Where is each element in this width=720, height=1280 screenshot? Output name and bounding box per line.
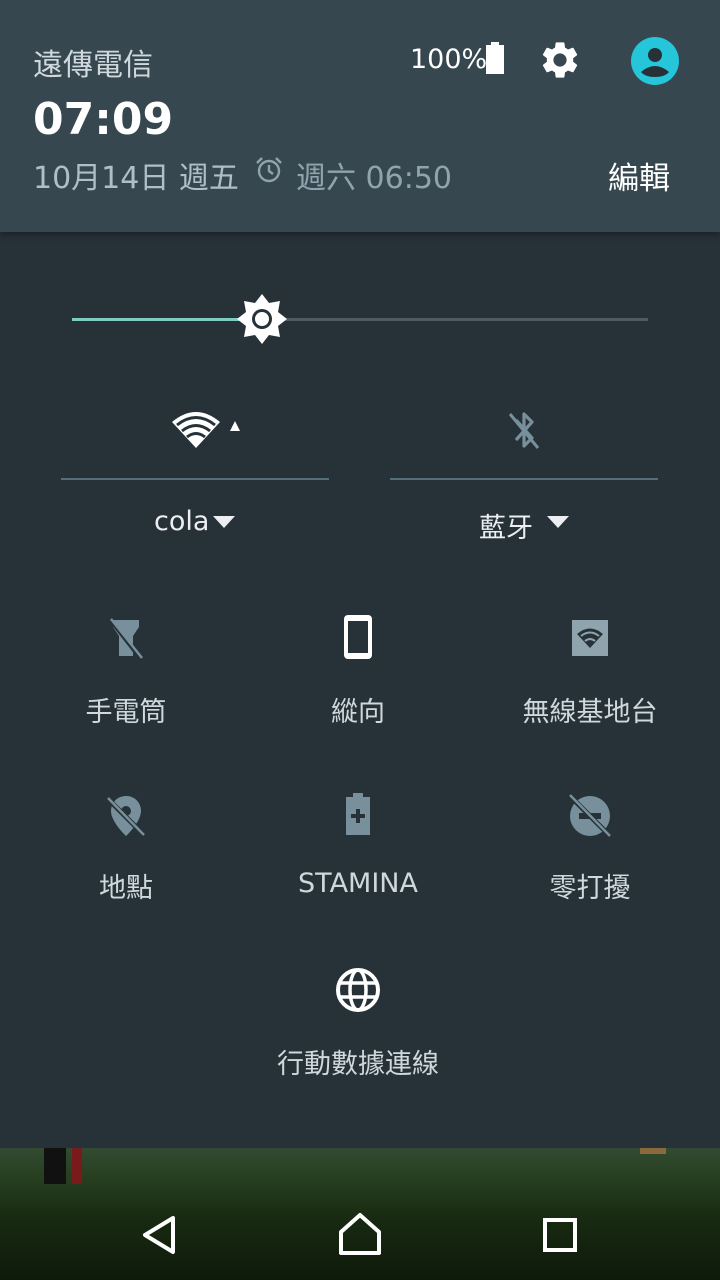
chevron-down-icon[interactable] — [213, 516, 235, 528]
tile-label-dnd[interactable]: 零打擾 — [470, 866, 710, 905]
next-alarm[interactable]: 週六 06:50 — [296, 153, 452, 197]
brightness-slider-fill — [72, 318, 263, 321]
bluetooth-off-icon[interactable] — [503, 406, 545, 454]
tile-label-location[interactable]: 地點 — [6, 866, 246, 905]
tile-label-stamina[interactable]: STAMINA — [238, 868, 478, 899]
date-text: 10月14日 週五 — [33, 161, 239, 196]
carrier-name: 遠傳電信 — [33, 48, 153, 83]
globe-icon[interactable] — [334, 966, 382, 1014]
bluetooth-divider — [390, 478, 658, 480]
battery-percent: 100% — [410, 44, 488, 75]
stamina-battery-icon[interactable] — [334, 790, 382, 838]
hotspot-icon[interactable] — [566, 614, 614, 662]
wifi-icon[interactable] — [170, 408, 222, 450]
back-button[interactable] — [136, 1210, 184, 1260]
clock-time: 07:09 — [33, 94, 174, 145]
gear-icon[interactable] — [538, 38, 582, 82]
chevron-down-icon[interactable] — [547, 516, 569, 528]
tile-label-hotspot[interactable]: 無線基地台 — [470, 690, 710, 729]
wallpaper-detail — [72, 1148, 82, 1184]
bluetooth-label[interactable]: 藍牙 — [479, 506, 533, 545]
recent-apps-button[interactable] — [536, 1210, 584, 1260]
flashlight-off-icon[interactable] — [102, 614, 150, 662]
battery-icon — [486, 42, 504, 74]
wifi-activity-icon — [230, 421, 240, 431]
home-button[interactable] — [336, 1210, 384, 1260]
wifi-network-label[interactable]: cola — [154, 506, 209, 537]
brightness-icon[interactable] — [235, 292, 289, 346]
location-off-icon[interactable] — [102, 792, 150, 840]
phone-portrait-icon[interactable] — [334, 612, 382, 660]
alarm-clock-icon — [256, 157, 282, 183]
edit-button[interactable]: 編輯 — [608, 153, 670, 198]
wifi-divider — [61, 478, 329, 480]
do-not-disturb-off-icon[interactable] — [566, 792, 614, 840]
status-header: 遠傳電信 100% 07:09 10月14日 週五 週六 06:50 編輯 — [0, 0, 720, 232]
tile-label-orientation[interactable]: 縱向 — [238, 690, 478, 729]
tile-label-flashlight[interactable]: 手電筒 — [6, 690, 246, 729]
wallpaper-detail — [44, 1148, 66, 1184]
tile-label-mobile-data[interactable]: 行動數據連線 — [238, 1042, 478, 1081]
user-avatar-icon[interactable] — [630, 36, 680, 86]
wallpaper-detail — [640, 1148, 666, 1154]
